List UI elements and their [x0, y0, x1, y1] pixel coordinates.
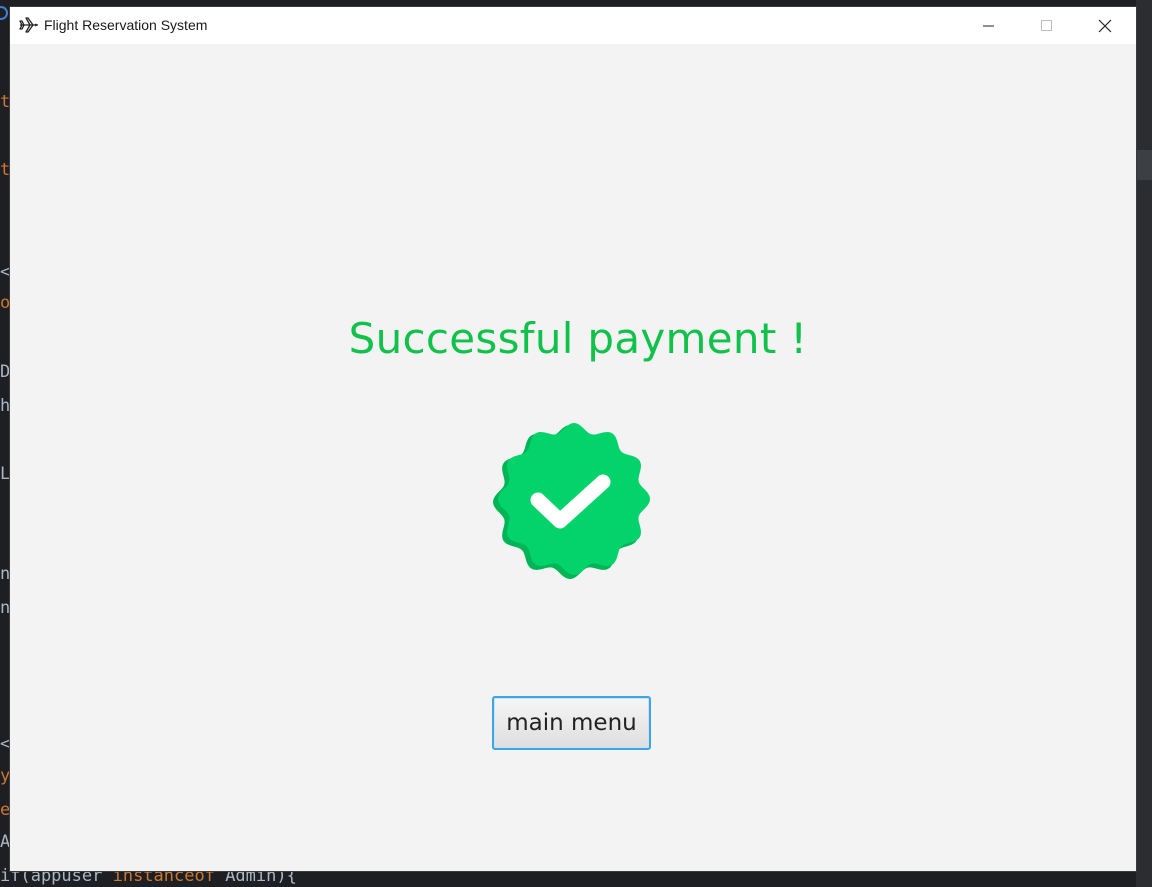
ide-code-fragment: n — [0, 598, 11, 618]
payment-success-panel: Successful payment ! main menu — [10, 44, 1136, 871]
close-button[interactable] — [1076, 7, 1134, 44]
minimize-icon — [983, 25, 994, 26]
ide-code-fragment: < — [0, 734, 11, 754]
window-title: Flight Reservation System — [44, 17, 208, 33]
ide-circle-icon — [0, 6, 8, 20]
airplane-icon — [18, 15, 40, 35]
app-window: Flight Reservation System Successful pay… — [10, 7, 1136, 871]
ide-code-fragment: < — [0, 262, 11, 282]
maximize-button[interactable] — [1018, 7, 1076, 44]
close-icon — [1098, 19, 1112, 32]
verified-check-badge-icon — [493, 423, 650, 579]
maximize-icon — [1041, 19, 1052, 31]
main-menu-button[interactable]: main menu — [492, 696, 651, 750]
ide-scroll-thumb — [1136, 150, 1152, 180]
title-bar[interactable]: Flight Reservation System — [10, 7, 1136, 44]
minimize-button[interactable] — [960, 7, 1018, 44]
ide-scrollbar — [1136, 0, 1152, 887]
success-heading: Successful payment ! — [348, 314, 808, 363]
